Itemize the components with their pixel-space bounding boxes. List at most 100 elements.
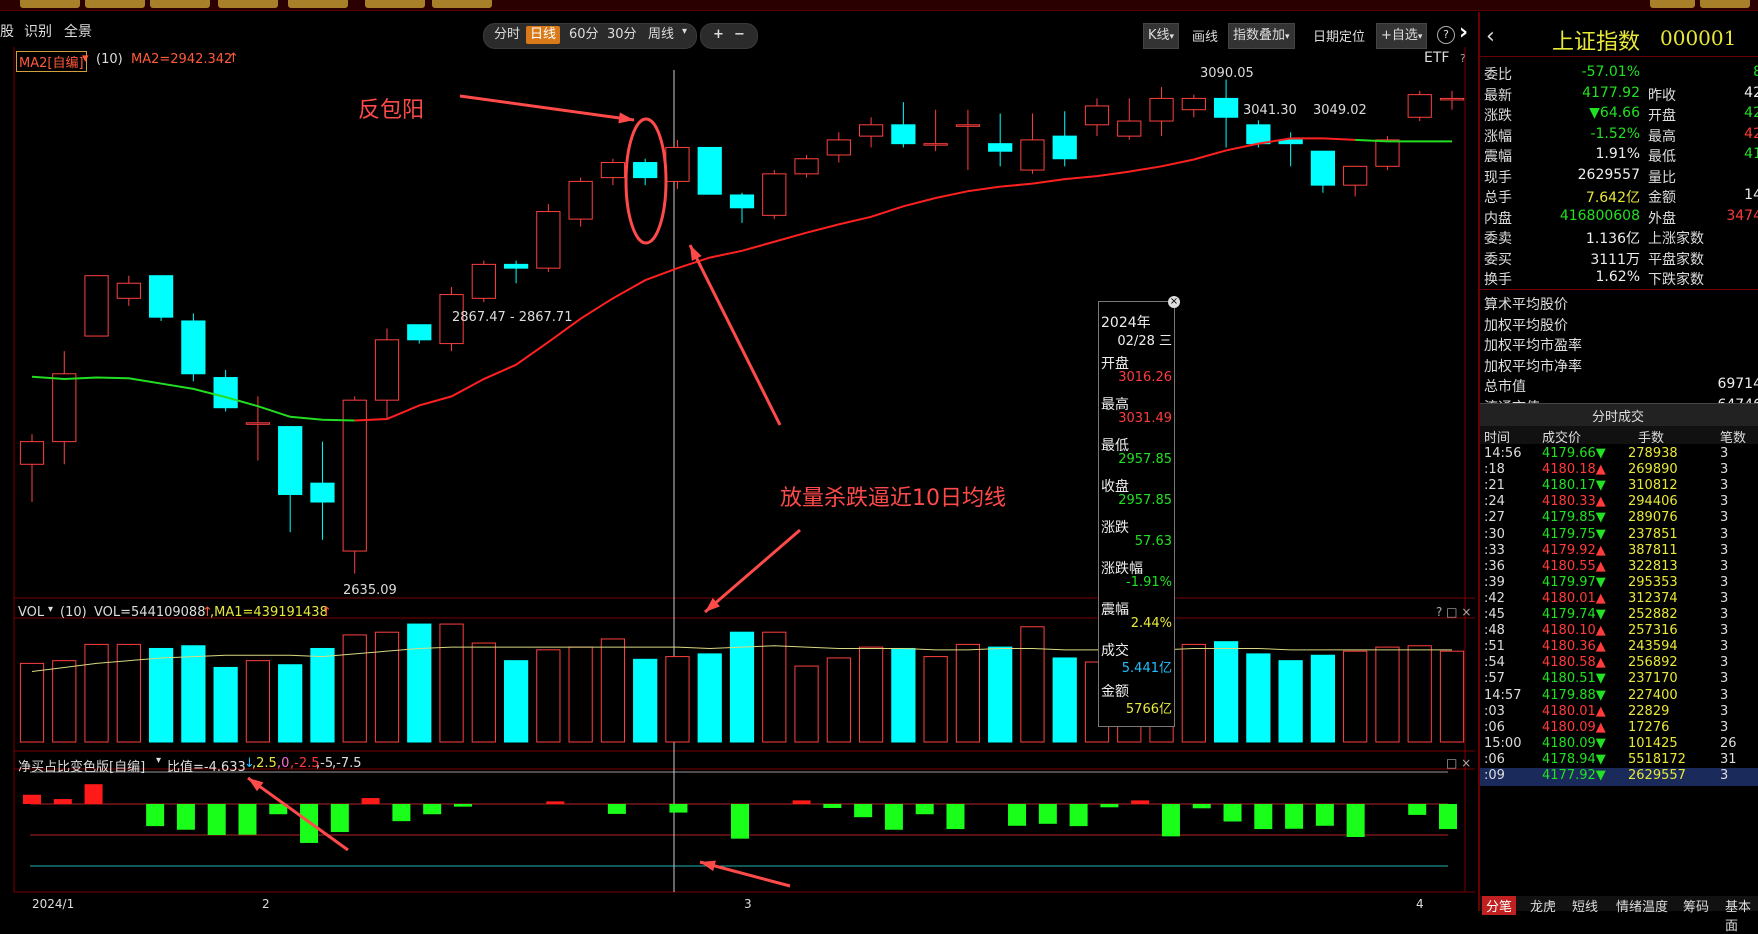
tick-time: :57: [1484, 671, 1505, 687]
candle-body: [891, 124, 916, 145]
volume-bar: [503, 660, 529, 743]
candles: [19, 79, 1465, 574]
tick-price-value: 4180.17: [1542, 478, 1596, 494]
candle-body: [374, 339, 400, 401]
tick-count: 3: [1720, 639, 1729, 655]
quote-panel: ‹ 上证指数 000001 委比 -57.01% 8 最新 4177.92 昨收 42 涨跌 ▼…: [1478, 12, 1758, 934]
candle-body: [665, 146, 690, 182]
candle-body: [245, 422, 271, 425]
tick-price: 4180.33▲: [1542, 494, 1606, 509]
vol-indicator-name[interactable]: VOL: [18, 605, 44, 620]
stat-row: 加权平均股价: [1480, 315, 1758, 337]
quote-value: 14: [1744, 187, 1758, 203]
top-menu-button[interactable]: [1650, 0, 1695, 8]
ratio-bar: [330, 804, 349, 833]
stat-row: 算术平均股价: [1480, 294, 1758, 316]
tab-fundamentals[interactable]: 基本面: [1725, 896, 1758, 934]
ratio-bar: [731, 804, 749, 839]
tick-price: 4179.75▼: [1542, 527, 1606, 542]
volume-bar: [407, 623, 432, 743]
ratio-bar: [53, 799, 72, 804]
volume-bar: [568, 646, 593, 743]
quote-row: 涨幅 -1.52% 最高 42: [1480, 126, 1758, 148]
tick-direction-icon: ▲: [1595, 494, 1606, 510]
quote-row: 委比 -57.01% 8: [1480, 64, 1758, 86]
volume-bar: [1439, 650, 1465, 743]
stat-label: 算术平均股价: [1484, 297, 1568, 313]
quote-label: 金额: [1648, 190, 1676, 206]
quote-value: 41: [1744, 146, 1758, 162]
tab-chips[interactable]: 筹码: [1683, 896, 1709, 915]
volume-bar: [858, 646, 884, 743]
volume-bar: [1020, 626, 1045, 743]
tick-price-value: 4180.09: [1542, 719, 1596, 735]
panel-controls[interactable]: □ ×: [1446, 756, 1471, 770]
tab-ticks[interactable]: 分笔: [1482, 896, 1517, 915]
ratio-bar: [23, 794, 41, 804]
ratio-bar: [453, 804, 472, 807]
candle-body: [1439, 97, 1465, 101]
tick-direction-icon: ▲: [1595, 558, 1606, 574]
tick-volume: 2629557: [1628, 768, 1686, 783]
tick-direction-icon: ▲: [1595, 542, 1606, 558]
volume-bars: [19, 623, 1465, 743]
volume-bar: [988, 646, 1013, 743]
volume-bar: [1278, 660, 1303, 743]
tooltip-vol-value: 5.441亿: [1121, 661, 1172, 676]
ratio-bar: [392, 804, 411, 822]
ratio-bar: [1192, 804, 1211, 809]
volume-bar: [310, 647, 335, 743]
candle-body: [213, 377, 238, 409]
quote-value: -57.01%: [1581, 64, 1640, 80]
candle-body: [697, 146, 722, 195]
tick-price-value: 4180.01: [1542, 590, 1596, 606]
ratio-bar: [238, 804, 257, 835]
ticks-title: 分时成交: [1592, 410, 1645, 425]
high-price-label: 3090.05: [1200, 66, 1254, 81]
tick-volume: 295353: [1628, 574, 1678, 590]
stat-row: 总市值 69714: [1480, 376, 1758, 398]
tick-count: 3: [1720, 526, 1729, 542]
ratio-bar: [823, 804, 842, 808]
candle-body: [116, 282, 141, 299]
stat-row: 加权平均市净率: [1480, 356, 1758, 378]
candle-body: [1117, 120, 1142, 137]
quote-label: 震幅: [1484, 149, 1512, 165]
arrow-head-icon: [690, 245, 702, 261]
ratio-indicator-name[interactable]: 净买占比变色版[自编]: [18, 756, 145, 775]
tick-price-value: 4179.92: [1542, 542, 1596, 558]
top-menu-button[interactable]: [1700, 0, 1750, 8]
panel-controls[interactable]: ? □ ×: [1436, 605, 1471, 619]
volume-bar: [52, 660, 77, 743]
candle-body: [826, 139, 851, 156]
tick-time: :48: [1484, 623, 1505, 639]
tab-dragon-tiger[interactable]: 龙虎: [1530, 896, 1556, 915]
chevron-down-icon[interactable]: ▾: [48, 604, 53, 615]
tab-sentiment[interactable]: 情绪温度: [1616, 896, 1668, 915]
candle-body: [503, 263, 529, 269]
quote-value: 42: [1744, 84, 1758, 101]
arrow-head-icon: [618, 112, 634, 124]
candle-body: [342, 399, 367, 552]
chevron-down-icon[interactable]: ▾: [156, 755, 161, 766]
tick-price: 4180.18▲: [1542, 462, 1606, 477]
stock-code: 000001: [1660, 26, 1737, 50]
candle-body: [471, 263, 496, 299]
tick-direction-icon: ▼: [1595, 768, 1606, 783]
tick-time: 15:00: [1484, 735, 1522, 751]
tick-direction-icon: ▲: [1595, 639, 1606, 655]
tick-volume: 310812: [1628, 478, 1678, 494]
close-icon[interactable]: ×: [1168, 296, 1180, 308]
ratio-bar: [207, 804, 226, 836]
tick-price: 4177.92▼: [1542, 768, 1606, 783]
tick-volume: 237170: [1628, 671, 1678, 687]
tab-short-term[interactable]: 短线: [1572, 896, 1598, 915]
tick-price-value: 4179.88: [1542, 687, 1596, 703]
tick-row[interactable]: :09 4177.92▼ 2629557 3: [1480, 768, 1758, 786]
back-icon[interactable]: ‹: [1486, 24, 1495, 49]
volume-bar: [891, 647, 916, 743]
stat-label: 总市值: [1484, 379, 1526, 395]
stat-label: 加权平均股价: [1484, 317, 1568, 334]
quote-label: 上涨家数: [1648, 231, 1704, 247]
ratio-bar: [146, 804, 165, 827]
